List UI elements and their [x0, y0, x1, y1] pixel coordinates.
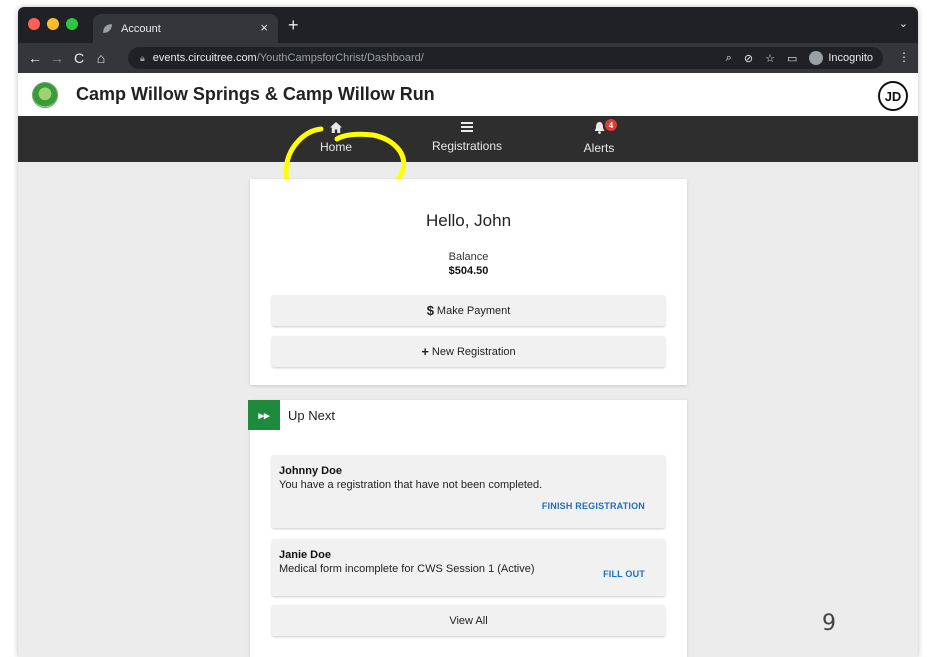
dollar-icon: $ — [426, 303, 434, 318]
address-bar-actions: ⌕ ⊘ ☆ ▭ Incognito — [726, 47, 873, 69]
browser-tab[interactable]: Account × — [93, 14, 278, 43]
list-icon — [407, 122, 527, 136]
leaf-icon — [101, 23, 113, 35]
home-browser-icon[interactable]: ⌂ — [90, 50, 112, 66]
incognito-icon — [809, 51, 824, 65]
finish-registration-link[interactable]: FINISH REGISTRATION — [542, 501, 645, 511]
item-person-name: Johnny Doe — [279, 465, 342, 477]
eye-off-icon[interactable]: ⊘ — [744, 52, 753, 65]
up-next-card: ▸▸ Up Next Johnny Doe You have a registr… — [248, 400, 687, 657]
forward-icon[interactable]: → — [46, 50, 68, 66]
fast-forward-icon: ▸▸ — [248, 400, 280, 430]
alerts-count-badge: 4 — [605, 119, 617, 131]
tab-strip: Account × + ⌄ — [18, 7, 918, 43]
list-item: Johnny Doe You have a registration that … — [272, 455, 665, 528]
nav-home[interactable]: Home — [276, 122, 396, 154]
zoom-icon[interactable]: ⌕ — [726, 52, 732, 65]
nav-registrations-label: Registrations — [431, 139, 503, 153]
more-menu-icon[interactable]: ⋮ — [898, 50, 910, 64]
page-content: Camp Willow Springs & Camp Willow Run JD… — [18, 73, 918, 657]
close-tab-icon[interactable]: × — [260, 20, 268, 35]
balance-label: Balance — [448, 251, 489, 263]
back-icon[interactable]: ← — [24, 50, 46, 66]
window-controls — [28, 18, 78, 30]
url-path: /YouthCampsforChrist/Dashboard/ — [256, 52, 424, 64]
site-title: Camp Willow Springs & Camp Willow Run — [76, 84, 435, 104]
slide-frame: Account × + ⌄ ← → C ⌂ 🔒︎ events.circuitr… — [0, 0, 927, 657]
item-message: You have a registration that have not be… — [279, 479, 543, 491]
item-message: Medical form incomplete for CWS Session … — [279, 563, 535, 575]
main-nav: Home Registrations 4 Alerts — [18, 116, 918, 162]
browser-window: Account × + ⌄ ← → C ⌂ 🔒︎ events.circuitr… — [18, 7, 918, 657]
maximize-window-button[interactable] — [66, 18, 78, 30]
close-window-button[interactable] — [28, 18, 40, 30]
incognito-indicator[interactable]: Incognito — [809, 51, 873, 65]
url-host: events.circuitree.com — [152, 52, 257, 64]
balance-value: $504.50 — [448, 265, 489, 277]
site-header: Camp Willow Springs & Camp Willow Run JD — [18, 73, 918, 116]
new-registration-label: New Registration — [431, 345, 516, 358]
user-avatar[interactable]: JD — [878, 81, 908, 111]
cast-icon[interactable]: ▭ — [787, 52, 797, 65]
greeting: Hello, John — [425, 211, 512, 230]
account-summary-card: Hello, John Balance $504.50 $ Make Payme… — [250, 179, 687, 385]
nav-alerts-label: Alerts — [583, 141, 615, 155]
nav-alerts[interactable]: 4 Alerts — [539, 119, 659, 155]
make-payment-button[interactable]: $ Make Payment — [272, 295, 665, 326]
tab-title: Account — [121, 22, 161, 35]
list-item: Janie Doe Medical form incomplete for CW… — [272, 539, 665, 596]
item-person-name: Janie Doe — [279, 549, 331, 561]
new-tab-button[interactable]: + — [288, 15, 299, 36]
home-icon — [276, 122, 396, 137]
incognito-label: Incognito — [828, 52, 873, 64]
up-next-title: Up Next — [288, 408, 335, 423]
view-all-button[interactable]: View All — [272, 605, 665, 636]
nav-home-label: Home — [319, 140, 352, 154]
new-registration-button[interactable]: + New Registration — [272, 336, 665, 367]
bell-icon — [539, 122, 659, 138]
star-icon[interactable]: ☆ — [765, 52, 775, 65]
nav-registrations[interactable]: Registrations — [407, 122, 527, 153]
minimize-window-button[interactable] — [47, 18, 59, 30]
camp-logo[interactable] — [32, 82, 58, 108]
browser-toolbar: ← → C ⌂ 🔒︎ events.circuitree.com/YouthCa… — [18, 43, 918, 73]
lock-icon: 🔒︎ — [140, 52, 145, 63]
slide-number: 9 — [822, 611, 836, 636]
reload-icon[interactable]: C — [68, 50, 90, 66]
address-bar[interactable]: 🔒︎ events.circuitree.com/YouthCampsforCh… — [128, 47, 883, 69]
make-payment-label: Make Payment — [436, 304, 511, 317]
plus-icon: + — [421, 344, 429, 359]
tab-search-icon[interactable]: ⌄ — [899, 17, 908, 30]
fill-out-link[interactable]: FILL OUT — [603, 569, 645, 579]
view-all-label: View All — [449, 614, 488, 627]
